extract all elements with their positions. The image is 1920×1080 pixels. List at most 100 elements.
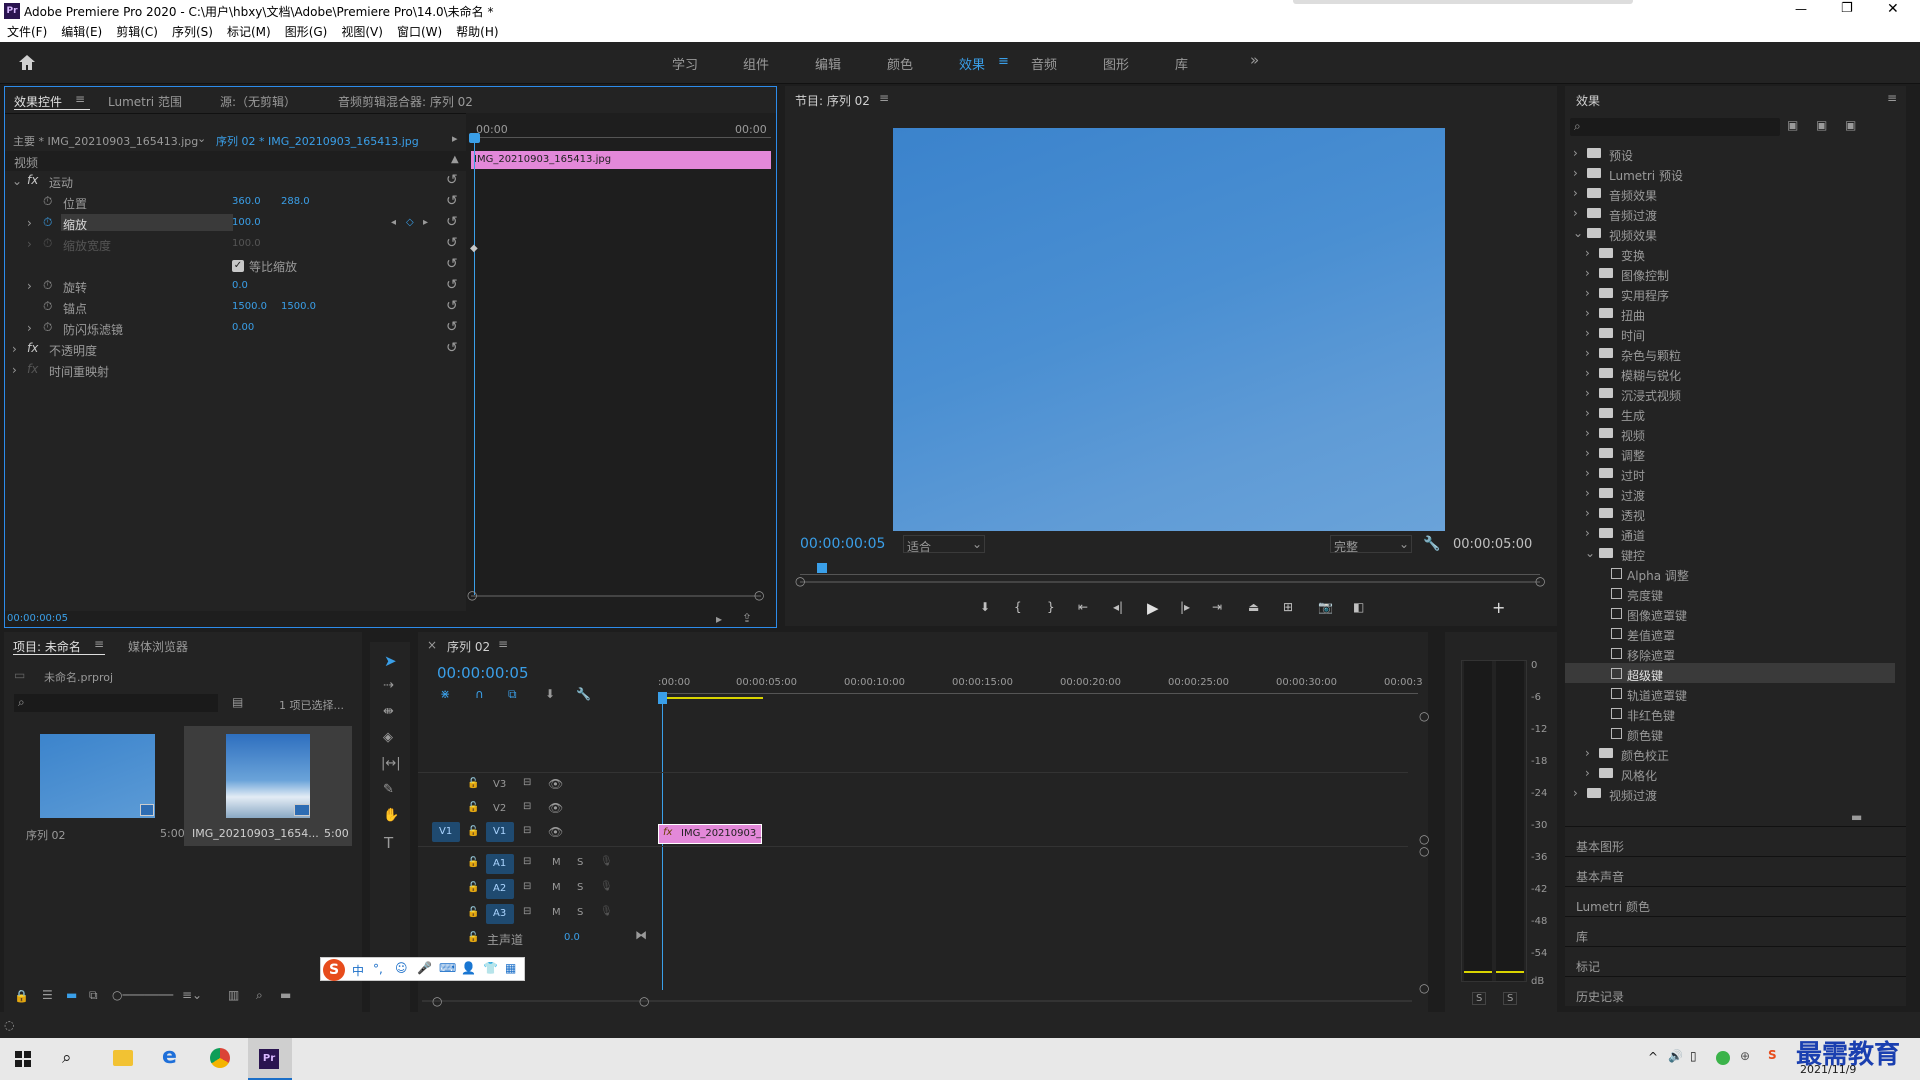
rotation-value[interactable]: 0.0 (232, 280, 248, 291)
sync-lock-icon[interactable]: ⊟ (523, 777, 531, 788)
effects-folder[interactable]: › 风格化 (1565, 763, 1895, 783)
anchor-x[interactable]: 1500.0 (232, 301, 267, 312)
lock-icon[interactable]: 🔓 (467, 802, 479, 813)
razor-tool-icon[interactable]: ◈ (383, 730, 393, 745)
slip-tool-icon[interactable]: |↔| (381, 756, 401, 771)
button-editor-plus-icon[interactable]: + (1492, 598, 1505, 617)
premiere-taskbar-item[interactable]: Pr (248, 1038, 292, 1080)
mic-icon[interactable]: 🎙 (600, 856, 613, 867)
track-v2[interactable]: V2 (493, 803, 506, 814)
keyframe-diamond-icon[interactable]: ◆ (470, 243, 478, 254)
chevron-right-icon[interactable]: › (1585, 386, 1590, 400)
ime-emoji-icon[interactable]: ☺ (395, 961, 408, 975)
program-timecode[interactable]: 00:00:00:05 (800, 536, 885, 552)
stopwatch-icon[interactable]: ⏱ (43, 278, 52, 293)
new-bin-icon[interactable]: ▬ (1851, 810, 1862, 824)
panel-lumetri-color[interactable]: Lumetri 颜色 (1576, 898, 1650, 915)
reset-motion-icon[interactable]: ↺ (446, 172, 458, 188)
chevron-right-icon[interactable]: › (1573, 786, 1578, 800)
workspace-color[interactable]: 颜色 (887, 54, 913, 73)
type-tool-icon[interactable]: T (384, 834, 393, 852)
effects-folder[interactable]: › 通道 (1565, 523, 1895, 543)
reset-icon[interactable]: ↺ (446, 340, 458, 356)
go-to-out-icon[interactable]: ⇥ (1212, 600, 1222, 614)
reset-icon[interactable]: ↺ (446, 277, 458, 293)
reset-icon[interactable]: ↺ (446, 319, 458, 335)
effect-time-remap[interactable]: 时间重映射 (49, 363, 109, 380)
ime-voice-icon[interactable]: 🎤 (417, 961, 432, 975)
effects-folder[interactable]: › 调整 (1565, 443, 1895, 463)
add-marker-icon[interactable]: ⬇ (980, 600, 990, 614)
workspace-assembly[interactable]: 组件 (743, 54, 769, 73)
tray-green-icon[interactable] (1716, 1051, 1730, 1065)
playhead-handle[interactable] (469, 133, 480, 143)
fit-dropdown[interactable]: 适合 ⌄ (903, 535, 985, 554)
panel-menu-icon[interactable]: ≡ (75, 92, 85, 106)
menu-file[interactable]: 文件(F) (0, 22, 54, 42)
lock-icon[interactable]: 🔒 (14, 989, 29, 1003)
chevron-right-icon[interactable]: › (1585, 426, 1590, 440)
master-volume-value[interactable]: 0.0 (564, 932, 580, 943)
chevron-right-icon[interactable]: › (1573, 186, 1578, 200)
panel-menu-icon[interactable]: ≡ (879, 91, 889, 105)
lock-icon[interactable]: 🔓 (467, 857, 479, 868)
panel-libraries[interactable]: 库 (1576, 928, 1588, 945)
chevron-right-icon[interactable]: › (1585, 766, 1590, 780)
chevron-down-icon[interactable]: ⌄ (197, 132, 206, 145)
video-frame[interactable] (893, 128, 1445, 531)
effects-folder[interactable]: › 过渡 (1565, 483, 1895, 503)
mic-icon[interactable]: 🎙 (600, 881, 613, 892)
list-view-icon[interactable]: ☰ (42, 988, 53, 1002)
chevron-right-icon[interactable]: › (1585, 506, 1590, 520)
tab-media-browser[interactable]: 媒体浏览器 (128, 638, 188, 655)
lock-icon[interactable]: 🔓 (467, 826, 479, 837)
icon-view-icon[interactable]: ▬ (66, 988, 77, 1002)
chevron-right-icon[interactable]: › (1585, 366, 1590, 380)
effects-folder[interactable]: › 时间 (1565, 323, 1895, 343)
lock-icon[interactable]: 🔓 (467, 882, 479, 893)
project-item-sequence[interactable]: 序列 02 5:00 (14, 726, 185, 846)
add-keyframe-icon[interactable]: ◇ (406, 217, 414, 228)
sync-lock-icon[interactable]: ⊟ (523, 825, 531, 836)
effects-folder[interactable]: › 沉浸式视频 (1565, 383, 1895, 403)
sogou-logo-icon[interactable]: S (323, 959, 345, 981)
panel-menu-icon[interactable]: ≡ (94, 637, 104, 651)
stopwatch-icon[interactable]: ⏱ (43, 299, 52, 314)
effects-title[interactable]: 效果 (1576, 92, 1600, 109)
yuv-effects-icon[interactable]: ▣ (1845, 118, 1856, 132)
effect-item[interactable]: 颜色键 (1565, 723, 1895, 743)
work-area-bar[interactable] (658, 697, 763, 699)
tab-project[interactable]: 项目: 未命名 (13, 638, 81, 655)
close-tab-icon[interactable]: × (427, 638, 437, 652)
effect-item[interactable]: Alpha 调整 (1565, 563, 1895, 583)
track-a2[interactable]: A2 (486, 879, 514, 899)
tray-ime-icon[interactable]: ⊕ (1740, 1049, 1750, 1063)
chevron-right-icon[interactable]: › (1585, 246, 1590, 260)
tab-audio-clip-mixer[interactable]: 音频剪辑混合器: 序列 02 (338, 93, 473, 110)
stopwatch-icon[interactable]: ⏱ (43, 320, 52, 335)
sync-lock-icon[interactable]: ⊟ (523, 906, 531, 917)
chevron-right-icon[interactable]: › (1573, 206, 1578, 220)
effect-item[interactable]: 轨道遮罩键 (1565, 683, 1895, 703)
file-explorer-icon[interactable] (113, 1050, 133, 1066)
tab-effect-controls[interactable]: 效果控件 (14, 93, 62, 110)
effects-folder[interactable]: › 变换 (1565, 243, 1895, 263)
go-to-in-icon[interactable]: ⇤ (1078, 600, 1088, 614)
pen-tool-icon[interactable]: ✎ (383, 782, 394, 797)
chevron-right-icon[interactable]: › (1585, 746, 1590, 760)
effects-search-input[interactable]: ⌕ (1570, 118, 1780, 136)
menu-help[interactable]: 帮助(H) (449, 22, 505, 42)
eye-icon[interactable]: 👁 (548, 777, 563, 791)
panel-menu-icon[interactable]: ≡ (1887, 91, 1897, 105)
export-frame-camera-icon[interactable]: 📷 (1318, 600, 1333, 614)
solo-button[interactable]: S (577, 857, 583, 868)
comparison-view-icon[interactable]: ◧ (1353, 600, 1364, 614)
effects-folder[interactable]: › 音频过渡 (1565, 203, 1895, 223)
panel-history[interactable]: 历史记录 (1576, 988, 1624, 1005)
solo-left-button[interactable]: S (1472, 992, 1487, 1005)
workspace-graphics[interactable]: 图形 (1103, 54, 1129, 73)
mark-in-icon[interactable]: { (1014, 600, 1022, 614)
lock-icon[interactable]: 🔓 (467, 778, 479, 789)
ime-toolbox-icon[interactable]: ▦ (505, 961, 516, 975)
tab-lumetri-scopes[interactable]: Lumetri 范围 (108, 93, 182, 110)
